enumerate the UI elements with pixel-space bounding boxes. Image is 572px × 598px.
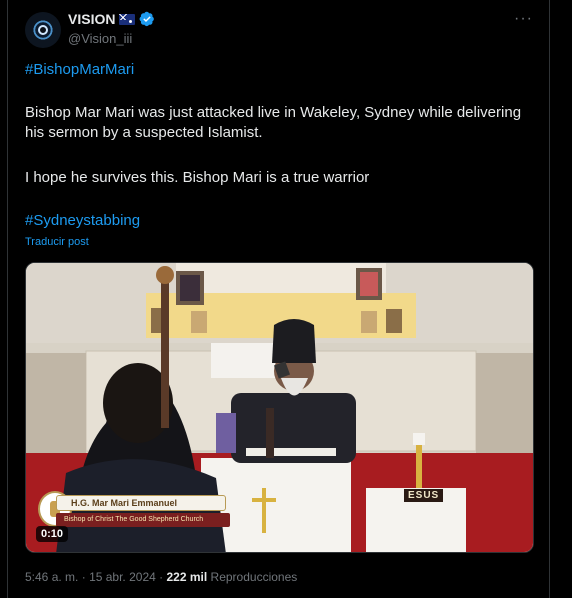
- author-handle[interactable]: @Vision_iii: [68, 31, 132, 46]
- lower-third-subtitle: Bishop of Christ The Good Shepherd Churc…: [56, 513, 230, 527]
- translate-post-link[interactable]: Traducir post: [25, 236, 89, 248]
- australia-flag-icon: [119, 13, 136, 25]
- video-lower-third: H.G. Mar Mari Emmanuel Bishop of Christ …: [38, 491, 230, 529]
- views-count: 222 mil: [166, 570, 208, 584]
- hashtag-bishopmarmari[interactable]: #BishopMarMari: [25, 60, 525, 80]
- tweet-meta: 5:46 a. m. · 15 abr. 2024 · 222 mil Repr…: [25, 570, 297, 584]
- more-options-icon[interactable]: ···: [514, 10, 533, 28]
- video-player[interactable]: H.G. Mar Mari Emmanuel Bishop of Christ …: [25, 262, 534, 553]
- author-name-row: VISION: [68, 11, 155, 27]
- meta-separator: ·: [81, 570, 86, 584]
- views-label: Reproducciones: [210, 570, 298, 584]
- tweet-time[interactable]: 5:46 a. m.: [25, 570, 78, 584]
- author-display-name[interactable]: VISION: [68, 11, 115, 27]
- verified-badge-icon: [140, 11, 155, 27]
- tweet-date[interactable]: 15 abr. 2024: [89, 570, 156, 584]
- tweet-paragraph-1: Bishop Mar Mari was just attacked live i…: [25, 104, 522, 141]
- tweet-header: VISION @Vision_iii ···: [25, 10, 545, 50]
- hashtag-sydneystabbing[interactable]: #Sydneystabbing: [25, 211, 525, 231]
- meta-separator: ·: [159, 570, 164, 584]
- tweet-paragraph-2: I hope he survives this. Bishop Mari is …: [25, 169, 370, 186]
- video-duration-badge: 0:10: [36, 526, 69, 542]
- altar-text: ESUS: [404, 489, 444, 502]
- avatar[interactable]: [25, 12, 61, 48]
- eye-logo-icon: [38, 25, 48, 35]
- lower-third-name: H.G. Mar Mari Emmanuel: [56, 495, 226, 511]
